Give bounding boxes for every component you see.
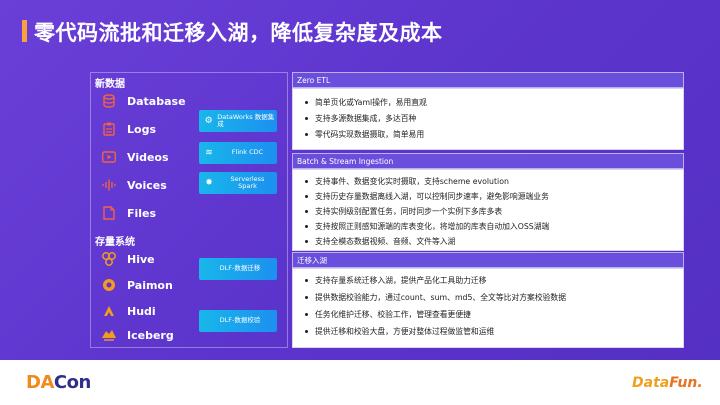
datafun-logo-part2: Fun. <box>669 375 703 391</box>
bullet-dot <box>305 330 308 333</box>
video-icon <box>101 149 117 165</box>
chip-label: Serverless Spark <box>218 175 277 191</box>
paimon-icon <box>101 277 117 293</box>
source-label: Videos <box>127 150 169 164</box>
bullet-text: 支持多源数据集成，多达百种 <box>315 114 417 123</box>
storage-iceberg: Iceberg <box>101 325 174 345</box>
chip-label: DataWorks 数据集成 <box>217 112 275 128</box>
bullet-dot <box>305 279 308 282</box>
source-label: Files <box>127 206 157 220</box>
slide-title: 零代码流批和迁移入湖，降低复杂度及成本 <box>34 21 443 45</box>
zero-etl-header: Zero ETL <box>292 72 684 88</box>
dataworks-chip: ⚙ DataWorks 数据集成 <box>199 110 277 132</box>
bullet-text: 支持按照正则感知源端的库表变化，将增加的库表自动加入OSS湖端 <box>315 222 550 231</box>
storage-item-label: Iceberg <box>127 328 174 342</box>
chip-label: Flink CDC <box>231 148 264 157</box>
bullet-dot <box>305 296 308 299</box>
database-icon <box>101 93 117 109</box>
bullet-item: 支持事件、数据变化实时摄取，支持scheme evolution <box>305 176 509 187</box>
storage-hudi: Hudi <box>101 301 156 321</box>
iceberg-icon <box>101 327 117 343</box>
title-accent-bar <box>22 20 27 42</box>
bullet-text: 支持全模态数据视频、音频、文件等入湖 <box>315 237 456 246</box>
bullet-dot <box>305 225 308 228</box>
bullet-item: 支持实例级别配置任务，同时同步一个实例下多库多表 <box>305 206 502 217</box>
datafun-logo: DataFun. <box>632 375 703 391</box>
source-voices: Voices <box>101 175 167 195</box>
batch-stream-box: 支持事件、数据变化实时摄取，支持scheme evolution 支持历史存量数… <box>292 169 684 251</box>
bullet-item: 支持按照正则感知源端的库表变化，将增加的库表自动加入OSS湖端 <box>305 221 549 232</box>
source-files: Files <box>101 203 156 223</box>
hudi-icon <box>101 303 117 319</box>
bullet-text: 零代码实现数据摄取，简单易用 <box>315 130 425 139</box>
logs-icon <box>101 121 117 137</box>
bullet-item: 零代码实现数据摄取，简单易用 <box>305 129 424 140</box>
bullet-item: 简单页化或Yaml操作，易用直观 <box>305 97 427 108</box>
file-icon <box>101 205 117 221</box>
zero-etl-box: 简单页化或Yaml操作，易用直观 支持多源数据集成，多达百种 零代码实现数据摄取… <box>292 88 684 150</box>
spark-icon: ✸ <box>205 178 213 188</box>
source-database: Database <box>101 91 186 111</box>
source-videos: Videos <box>101 147 169 167</box>
voice-wave-icon <box>101 177 117 193</box>
flink-cdc-chip: ≋ Flink CDC <box>199 142 277 164</box>
source-logs: Logs <box>101 119 156 139</box>
migration-header: 迁移入湖 <box>292 252 684 268</box>
chip-label: DLF-数据校验 <box>219 316 261 325</box>
bullet-text: 提供迁移和校验大盘，方便对整体过程做监管和运维 <box>315 327 495 336</box>
datafun-logo-part1: Data <box>632 375 670 391</box>
bullet-text: 简单页化或Yaml操作，易用直观 <box>315 98 427 107</box>
dacon-logo-part1: DA <box>26 372 54 393</box>
slide-background: 零代码流批和迁移入湖，降低复杂度及成本 新数据 Database Logs Vi… <box>0 0 720 360</box>
bullet-text: 支持事件、数据变化实时摄取，支持scheme evolution <box>315 177 509 186</box>
bullet-item: 提供数据校验能力，通过count、sum、md5、全文等比对方案校验数据 <box>305 292 566 303</box>
dataworks-icon: ⚙ <box>204 116 213 126</box>
bullet-dot <box>305 133 308 136</box>
storage-item-label: Hudi <box>127 304 156 318</box>
dacon-logo: DACon <box>26 372 91 393</box>
storage-hive: Hive <box>101 249 155 269</box>
bullet-dot <box>305 313 308 316</box>
bullet-dot <box>305 117 308 120</box>
storage-item-label: Paimon <box>127 278 173 292</box>
chip-label-line: Spark <box>238 182 257 190</box>
new-data-label: 新数据 <box>95 79 125 90</box>
source-label: Database <box>127 94 186 108</box>
bullet-text: 支持存量系统迁移入湖，提供产品化工具助力迁移 <box>315 276 487 285</box>
bullet-text: 支持历史存量数据离线入湖，可以控制同步速率，避免影响源端业务 <box>315 192 549 201</box>
bullet-dot <box>305 240 308 243</box>
migration-box: 支持存量系统迁移入湖，提供产品化工具助力迁移 提供数据校验能力，通过count、… <box>292 268 684 348</box>
hive-icon <box>101 251 117 267</box>
dacon-logo-part2: Con <box>53 372 91 393</box>
chip-label: DLF-数据迁移 <box>219 264 261 273</box>
bullet-item: 任务化维护迁移、校验工作，管理查看更便捷 <box>305 309 471 320</box>
bullet-item: 支持存量系统迁移入湖，提供产品化工具助力迁移 <box>305 275 487 286</box>
bullet-text: 提供数据校验能力，通过count、sum、md5、全文等比对方案校验数据 <box>315 293 567 302</box>
storage-paimon: Paimon <box>101 275 173 295</box>
source-label: Logs <box>127 122 156 136</box>
storage-label: 存量系统 <box>95 237 135 248</box>
bullet-dot <box>305 180 308 183</box>
dlf-validation-chip: DLF-数据校验 <box>199 310 277 332</box>
source-label: Voices <box>127 178 167 192</box>
bullet-text: 任务化维护迁移、校验工作，管理查看更便捷 <box>315 310 471 319</box>
storage-item-label: Hive <box>127 252 155 266</box>
bullet-text: 支持实例级别配置任务，同时同步一个实例下多库多表 <box>315 207 503 216</box>
bullet-dot <box>305 101 308 104</box>
bullet-item: 支持全模态数据视频、音频、文件等入湖 <box>305 236 455 247</box>
bullet-dot <box>305 210 308 213</box>
bullet-item: 提供迁移和校验大盘，方便对整体过程做监管和运维 <box>305 326 494 337</box>
bullet-item: 支持历史存量数据离线入湖，可以控制同步速率，避免影响源端业务 <box>305 191 549 202</box>
bullet-dot <box>305 195 308 198</box>
batch-stream-header: Batch & Stream Ingestion <box>292 153 684 169</box>
bullet-item: 支持多源数据集成，多达百种 <box>305 113 416 124</box>
dlf-migration-chip: DLF-数据迁移 <box>199 258 277 280</box>
flow-lines-icon: ≋ <box>205 148 213 158</box>
serverless-spark-chip: ✸ Serverless Spark <box>199 172 277 194</box>
